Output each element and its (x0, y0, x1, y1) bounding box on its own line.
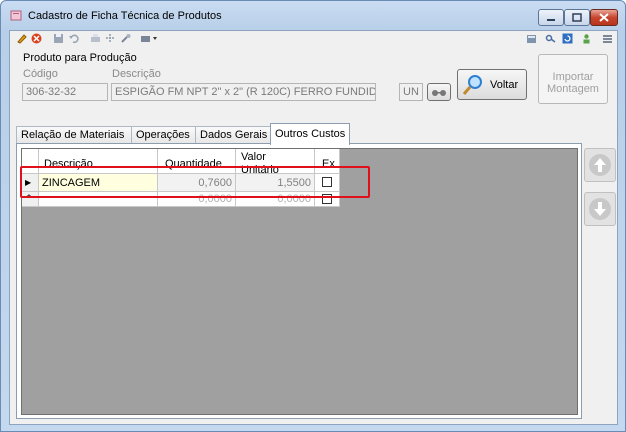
minimize-icon (547, 19, 555, 21)
arrow-up-icon (594, 158, 606, 172)
tools-icon[interactable] (120, 33, 131, 44)
code-label: Código (23, 68, 58, 80)
magnifier-icon (462, 75, 482, 95)
annotation-highlight-box (20, 166, 370, 198)
glasses-icon (432, 90, 446, 96)
product-group-title: Produto para Produção (23, 52, 137, 64)
window-title: Cadastro de Ficha Técnica de Produtos (28, 10, 222, 22)
tab-outros-custos[interactable]: Outros Custos (270, 123, 350, 145)
description-field[interactable]: ESPIGÃO FM NPT 2" x 2" (R 120C) FERRO FU… (111, 83, 376, 101)
tab-dados-gerais[interactable]: Dados Gerais (195, 126, 271, 144)
calculator-icon[interactable] (526, 33, 537, 44)
move-down-button[interactable] (584, 192, 616, 226)
menu-icon[interactable] (602, 33, 613, 44)
dropdown-icon[interactable] (140, 33, 158, 44)
code-field[interactable]: 306-32-32 (22, 83, 108, 101)
client-area: Produto para Produção Código Descrição 3… (9, 30, 618, 425)
tab-relacao-materiais[interactable]: Relação de Materiais (16, 126, 132, 144)
tab-strip: Relação de Materiais Operações Dados Ger… (16, 123, 356, 145)
importar-montagem-button[interactable]: Importar Montagem (538, 54, 608, 104)
montagem-label: Montagem (547, 83, 599, 95)
print-icon[interactable] (90, 33, 101, 44)
maximize-icon (572, 13, 582, 22)
user-icon[interactable] (581, 33, 592, 44)
cancel-icon[interactable] (31, 33, 42, 44)
description-label: Descrição (112, 68, 161, 80)
title-bar: Cadastro de Ficha Técnica de Produtos (1, 1, 625, 29)
key-icon[interactable] (545, 33, 556, 44)
save-icon[interactable] (53, 33, 64, 44)
unit-field[interactable]: UN (399, 83, 423, 101)
refresh-icon[interactable] (562, 33, 573, 44)
main-window: Cadastro de Ficha Técnica de Produtos Pr… (0, 0, 626, 432)
maximize-button[interactable] (564, 9, 590, 26)
arrow-down-icon (594, 202, 606, 216)
lookup-button[interactable] (427, 83, 451, 101)
voltar-label: Voltar (490, 79, 519, 91)
app-icon (10, 10, 22, 21)
product-group: Produto para Produção Código Descrição 3… (16, 49, 534, 106)
close-button[interactable] (590, 9, 618, 26)
edit-icon[interactable] (16, 33, 27, 44)
undo-icon[interactable] (68, 33, 79, 44)
close-icon (599, 13, 609, 22)
move-up-button[interactable] (584, 148, 616, 182)
minimize-button[interactable] (538, 9, 564, 26)
header-valor-line1: Valor (241, 151, 266, 163)
tab-operacoes[interactable]: Operações (131, 126, 196, 144)
importar-label: Importar (552, 71, 594, 83)
voltar-button[interactable]: Voltar (457, 69, 527, 100)
settings-icon[interactable] (105, 33, 116, 44)
toolbar (10, 31, 617, 47)
